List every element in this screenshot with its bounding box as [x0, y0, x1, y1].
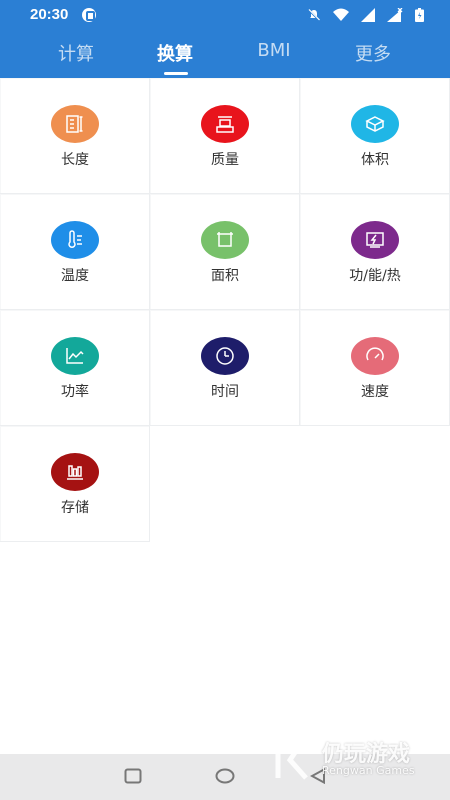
- status-time: 20:30: [30, 6, 69, 23]
- mute-notification-icon: [307, 9, 320, 21]
- area-icon: [201, 221, 249, 259]
- tab-convert[interactable]: 换算: [130, 40, 220, 66]
- watermark: 仍玩游戏 Rengwan Games: [272, 736, 432, 786]
- home-icon[interactable]: [215, 768, 235, 784]
- category-label: 长度: [61, 152, 89, 168]
- category-volume[interactable]: 体积: [300, 78, 450, 194]
- category-storage[interactable]: 存储: [0, 426, 150, 542]
- category-label: 面积: [211, 268, 239, 284]
- recent-apps-icon[interactable]: [124, 768, 142, 784]
- battery-icon: [415, 8, 424, 22]
- scale-icon: [201, 105, 249, 143]
- power-chart-icon: [51, 337, 99, 375]
- category-power[interactable]: 功率: [0, 310, 150, 426]
- cube-icon: [351, 105, 399, 143]
- clock-icon: [201, 337, 249, 375]
- category-label: 质量: [211, 152, 239, 168]
- app-notification-icon: [82, 8, 96, 22]
- watermark-subtext: Rengwan Games: [322, 764, 415, 777]
- category-time[interactable]: 时间: [150, 310, 300, 426]
- category-label: 体积: [361, 152, 389, 168]
- ruler-icon: [51, 105, 99, 143]
- watermark-logo-icon: [275, 739, 308, 780]
- category-energy[interactable]: 功/能/热: [300, 194, 450, 310]
- energy-icon: [351, 221, 399, 259]
- tab-bar: 计算 换算 BMI 更多: [0, 34, 450, 78]
- tab-calculate[interactable]: 计算: [31, 40, 121, 66]
- category-temperature[interactable]: 温度: [0, 194, 150, 310]
- category-area[interactable]: 面积: [150, 194, 300, 310]
- thermometer-icon: [51, 221, 99, 259]
- tab-bmi[interactable]: BMI: [229, 40, 319, 61]
- category-label: 时间: [211, 384, 239, 400]
- wifi-icon: [332, 8, 349, 21]
- tab-more[interactable]: 更多: [328, 40, 418, 66]
- active-tab-indicator: [164, 72, 188, 75]
- category-label: 存储: [61, 500, 89, 516]
- category-label: 功/能/热: [349, 268, 401, 284]
- category-label: 温度: [61, 268, 89, 284]
- category-mass[interactable]: 质量: [150, 78, 300, 194]
- status-bar: 20:30: [0, 0, 450, 30]
- signal-icon: [360, 8, 375, 22]
- category-length[interactable]: 长度: [0, 78, 150, 194]
- category-speed[interactable]: 速度: [300, 310, 450, 426]
- storage-icon: [51, 453, 99, 491]
- app-header: 20:30 计算 换算 BMI 更多: [0, 0, 450, 78]
- category-label: 功率: [61, 384, 89, 400]
- category-label: 速度: [361, 384, 389, 400]
- signal-no-data-icon: [386, 8, 403, 22]
- status-icons: [300, 8, 424, 22]
- speedometer-icon: [351, 337, 399, 375]
